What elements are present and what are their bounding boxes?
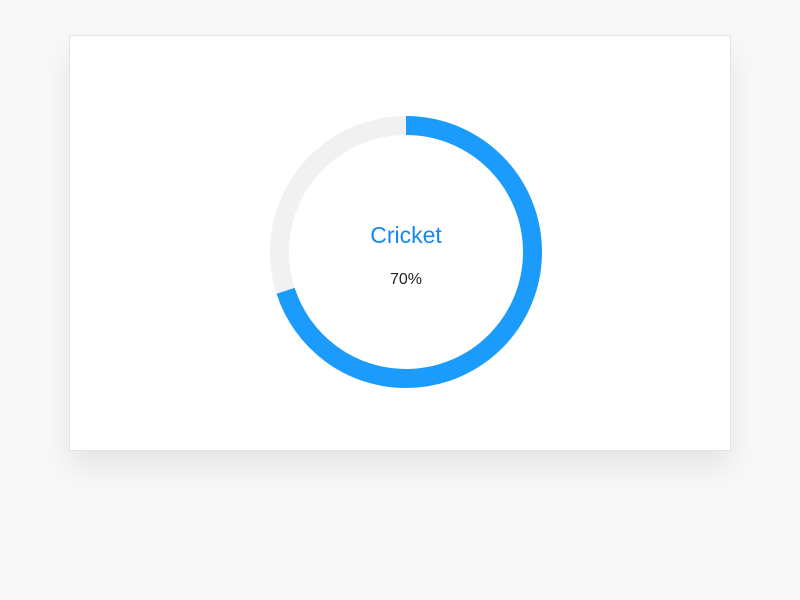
progress-title: Cricket <box>370 222 442 248</box>
circular-progress: Cricket 70% <box>269 115 543 389</box>
progress-percentage: 70% <box>389 271 423 288</box>
progress-card: Cricket 70% <box>69 35 731 451</box>
progress-ring <box>270 116 542 388</box>
